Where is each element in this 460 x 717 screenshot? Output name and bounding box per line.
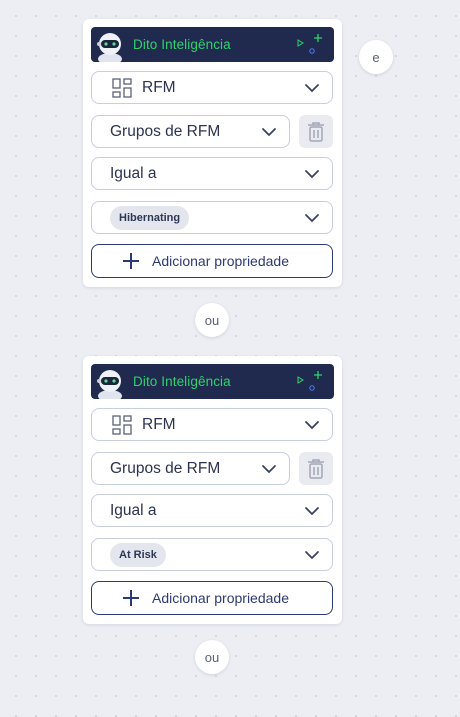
- group-select[interactable]: Grupos de RFM: [91, 452, 290, 485]
- property-label: RFM: [142, 78, 176, 96]
- condition-card: Dito Inteligência RFM Grupos de RFM Igua…: [83, 356, 342, 624]
- sparkle-icon: [297, 34, 322, 54]
- property-label: RFM: [142, 415, 176, 433]
- add-property-button[interactable]: Adicionar propriedade: [91, 244, 333, 278]
- brand-name: Dito Inteligência: [133, 37, 231, 52]
- group-label: Grupos de RFM: [110, 459, 221, 477]
- brand-banner: Dito Inteligência: [91, 364, 334, 399]
- operator-label: Igual a: [110, 164, 157, 182]
- property-select[interactable]: RFM: [91, 71, 333, 104]
- grid-icon: [112, 414, 132, 435]
- value-tag: Hibernating: [110, 205, 190, 230]
- grid-icon: [112, 77, 132, 98]
- condition-card: Dito Inteligência RFM Grupos de RFM Igua…: [83, 19, 342, 287]
- chevron-down-icon: [262, 127, 276, 136]
- or-connector[interactable]: ou: [195, 640, 229, 674]
- value-select[interactable]: Hibernating: [91, 201, 333, 234]
- robot-icon: [97, 370, 122, 399]
- operator-select[interactable]: Igual a: [91, 494, 333, 527]
- group-label: Grupos de RFM: [110, 122, 221, 140]
- and-connector[interactable]: e: [359, 40, 393, 74]
- or-connector[interactable]: ou: [195, 303, 229, 337]
- delete-button[interactable]: [299, 452, 333, 485]
- add-property-button[interactable]: Adicionar propriedade: [91, 581, 333, 615]
- trash-icon: [308, 121, 324, 142]
- sparkle-icon: [297, 371, 322, 391]
- chevron-down-icon: [305, 420, 319, 429]
- add-property-label: Adicionar propriedade: [152, 590, 289, 606]
- plus-icon: [123, 253, 139, 269]
- operator-label: Igual a: [110, 501, 157, 519]
- operator-select[interactable]: Igual a: [91, 157, 333, 190]
- plus-icon: [123, 590, 139, 606]
- trash-icon: [308, 458, 324, 479]
- property-select[interactable]: RFM: [91, 408, 333, 441]
- group-select[interactable]: Grupos de RFM: [91, 115, 290, 148]
- chevron-down-icon: [305, 169, 319, 178]
- chevron-down-icon: [305, 83, 319, 92]
- robot-icon: [97, 33, 122, 62]
- chevron-down-icon: [305, 506, 319, 515]
- add-property-label: Adicionar propriedade: [152, 253, 289, 269]
- brand-name: Dito Inteligência: [133, 374, 231, 389]
- brand-banner: Dito Inteligência: [91, 27, 334, 62]
- chevron-down-icon: [305, 550, 319, 559]
- value-tag: At Risk: [110, 542, 166, 567]
- chevron-down-icon: [305, 213, 319, 222]
- chevron-down-icon: [262, 464, 276, 473]
- delete-button[interactable]: [299, 115, 333, 148]
- value-select[interactable]: At Risk: [91, 538, 333, 571]
